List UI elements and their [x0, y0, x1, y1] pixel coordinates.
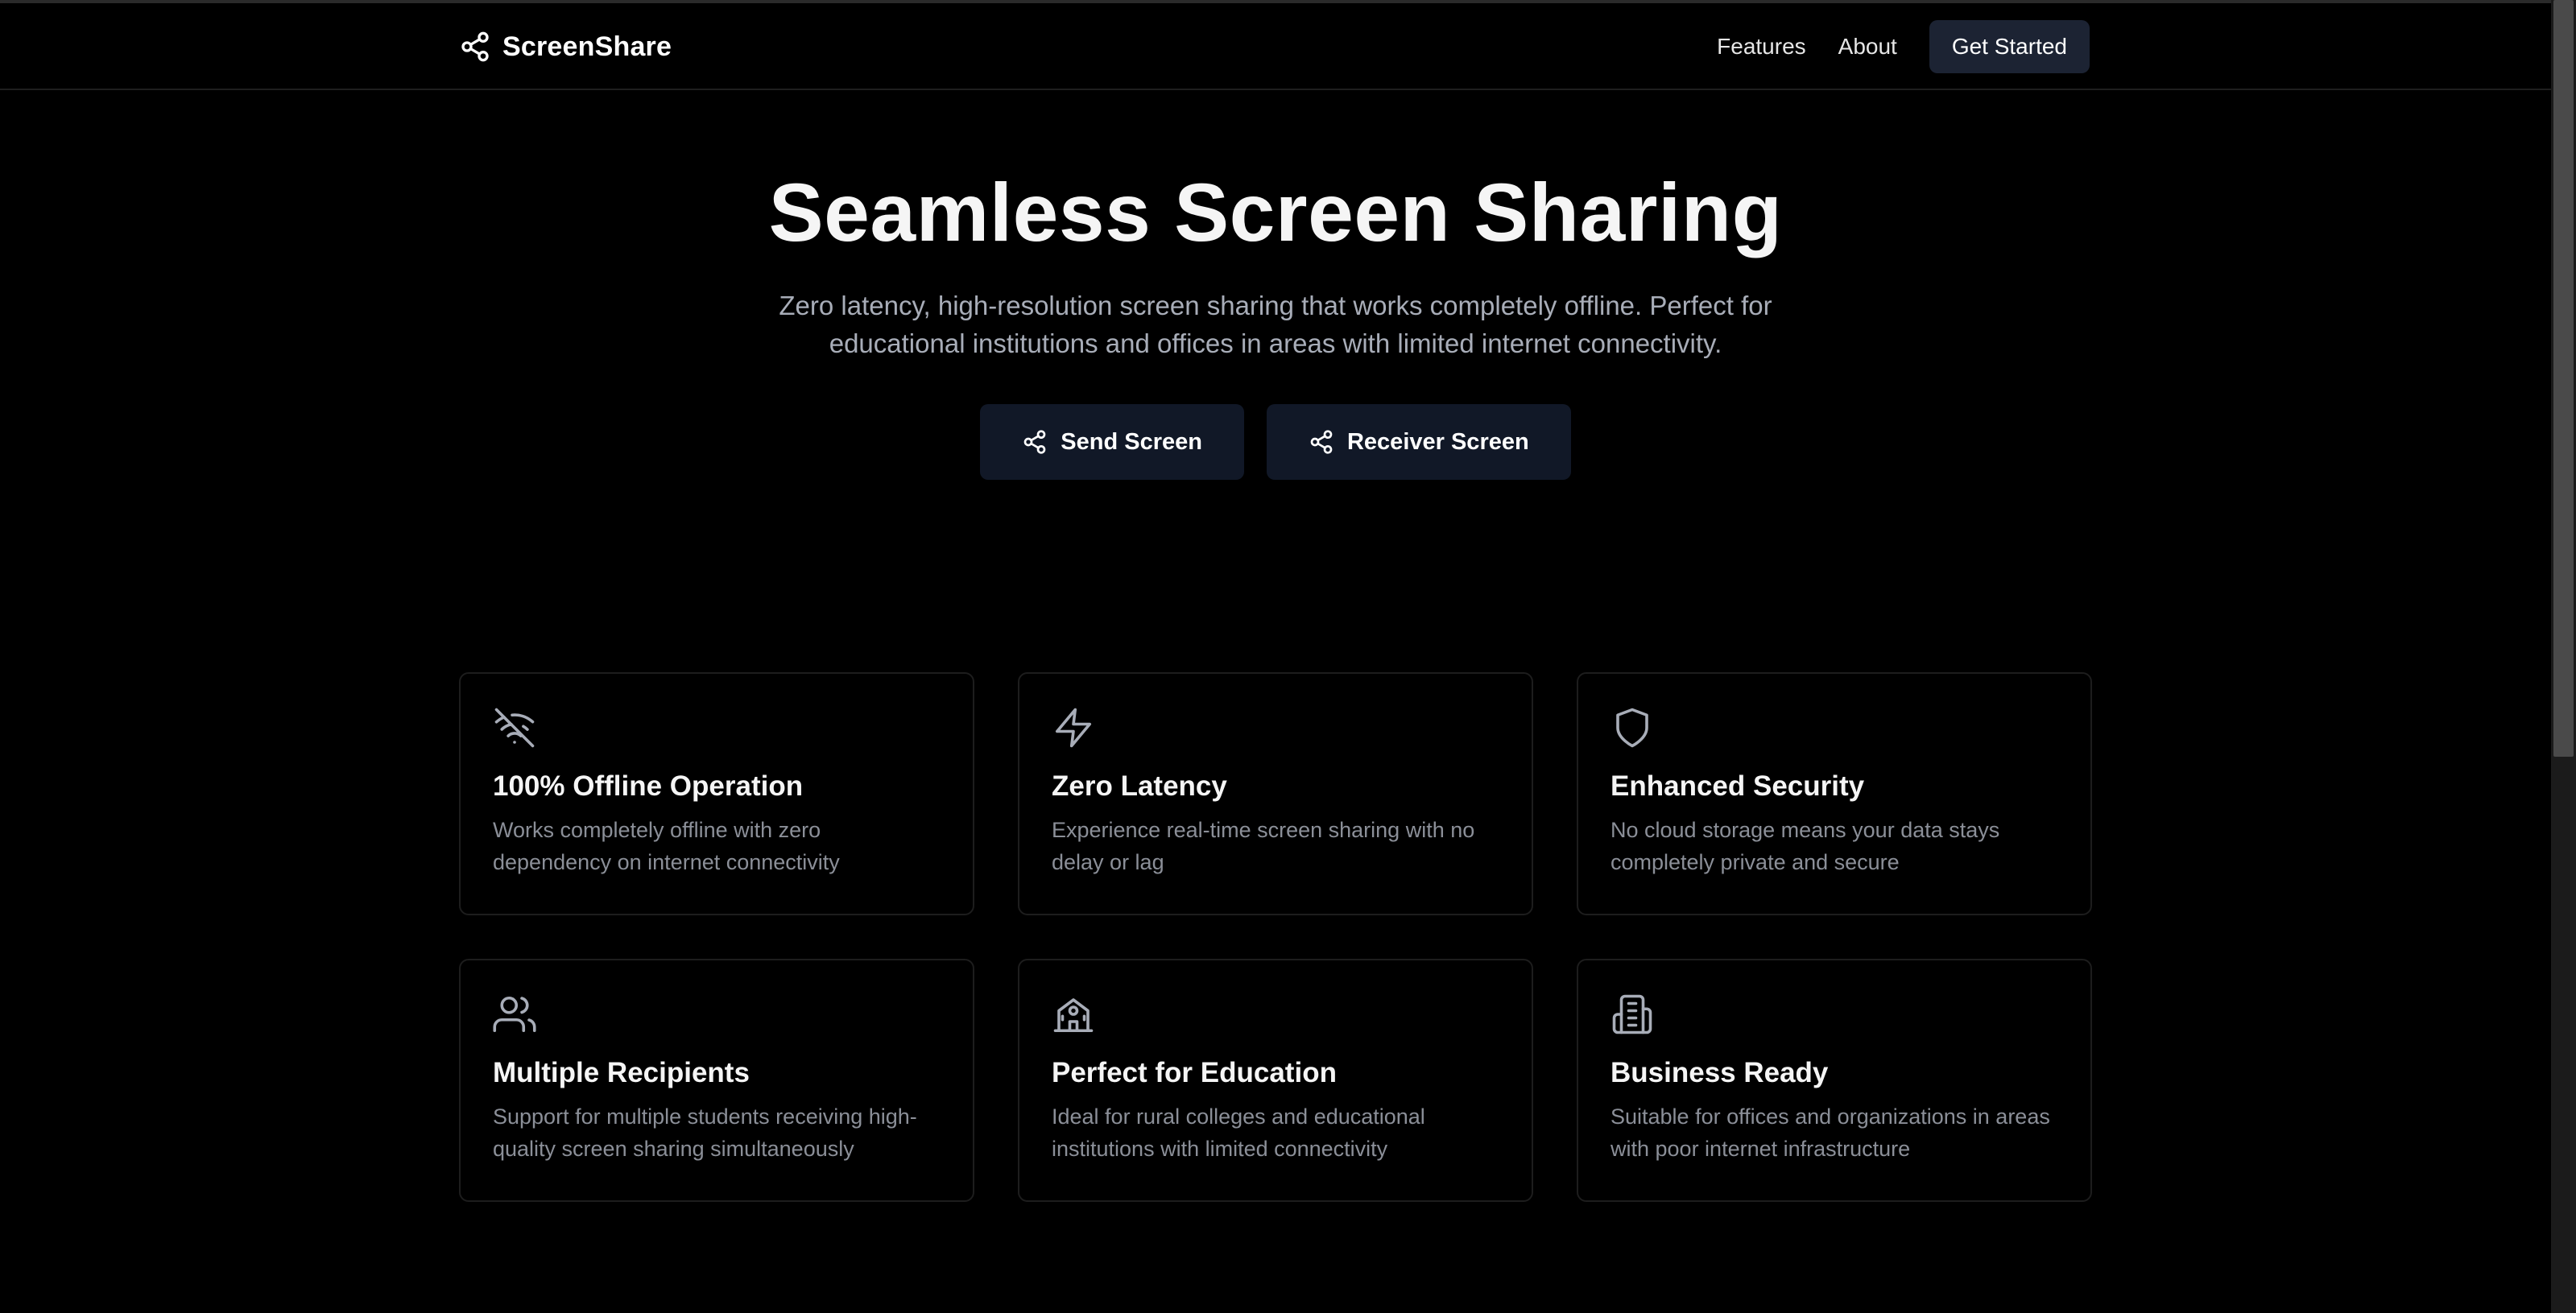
building-icon — [1611, 993, 2058, 1036]
send-screen-label: Send Screen — [1061, 428, 1202, 455]
brand-name: ScreenShare — [502, 31, 672, 62]
hero-subtitle: Zero latency, high-resolution screen sha… — [779, 291, 1772, 358]
feature-description: No cloud storage means your data stays c… — [1611, 818, 2000, 874]
feature-title: Multiple Recipients — [493, 1057, 750, 1088]
feature-card-recipients: Multiple Recipients Support for multiple… — [459, 959, 974, 1202]
features-grid: 100% Offline Operation Works completely … — [459, 672, 2092, 1202]
site-header: ScreenShare Features About Get Started — [0, 3, 2551, 90]
wifi-off-icon — [493, 706, 941, 749]
school-icon — [1052, 993, 1499, 1036]
feature-title: Zero Latency — [1052, 770, 1227, 802]
hero-title: Seamless Screen Sharing — [768, 167, 1783, 258]
users-icon — [493, 993, 941, 1036]
scrollbar-thumb[interactable] — [2553, 0, 2574, 757]
feature-card-latency: Zero Latency Experience real-time screen… — [1018, 672, 1533, 915]
feature-title: Enhanced Security — [1611, 770, 1865, 802]
share-icon — [1022, 429, 1048, 455]
feature-title: Perfect for Education — [1052, 1057, 1337, 1088]
feature-description: Works completely offline with zero depen… — [493, 818, 840, 874]
share-icon — [1309, 429, 1334, 455]
nav-features-link[interactable]: Features — [1717, 34, 1806, 60]
receiver-screen-label: Receiver Screen — [1346, 428, 1529, 455]
receiver-screen-button[interactable]: Receiver Screen — [1266, 404, 1571, 480]
feature-description: Ideal for rural colleges and educational… — [1052, 1104, 1425, 1161]
share-icon — [459, 31, 491, 63]
zap-icon — [1052, 706, 1499, 749]
feature-description: Support for multiple students receiving … — [493, 1104, 917, 1161]
hero-actions: Send Screen Receiver Screen — [0, 404, 2551, 480]
main-nav: Features About Get Started — [1717, 19, 2090, 74]
feature-card-security: Enhanced Security No cloud storage means… — [1577, 672, 2092, 915]
shield-icon — [1611, 706, 2058, 749]
feature-card-business: Business Ready Suitable for offices and … — [1577, 959, 2092, 1202]
feature-card-education: Perfect for Education Ideal for rural co… — [1018, 959, 1533, 1202]
feature-card-offline: 100% Offline Operation Works completely … — [459, 672, 974, 915]
nav-about-link[interactable]: About — [1838, 34, 1897, 60]
send-screen-button[interactable]: Send Screen — [980, 404, 1244, 480]
brand-logo[interactable]: ScreenShare — [459, 24, 672, 69]
page-scrollbar[interactable] — [2551, 0, 2576, 1313]
page: ScreenShare Features About Get Started S… — [0, 0, 2551, 1313]
get-started-button[interactable]: Get Started — [1929, 20, 2090, 73]
feature-description: Experience real-time screen sharing with… — [1052, 818, 1475, 874]
feature-title: Business Ready — [1611, 1057, 1829, 1088]
feature-title: 100% Offline Operation — [493, 770, 804, 802]
feature-description: Suitable for offices and organizations i… — [1611, 1104, 2050, 1161]
